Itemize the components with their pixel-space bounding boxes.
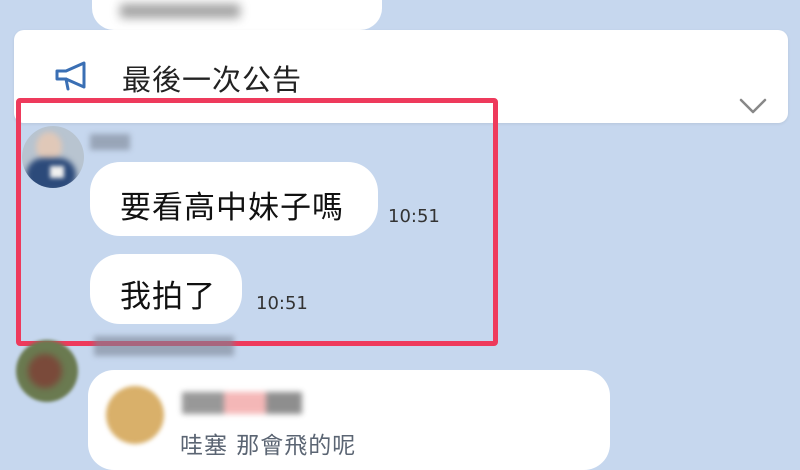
quoted-message-text: 哇塞 那會飛的呢 — [180, 433, 357, 459]
previous-message-bubble — [92, 0, 382, 30]
megaphone-icon — [55, 61, 86, 91]
avatar-face-blur — [28, 354, 62, 388]
quoted-user-avatar — [106, 386, 164, 444]
highlight-box — [16, 98, 498, 346]
second-sender-name-blurred — [94, 336, 234, 356]
announcement-title: 最後一次公告 — [122, 63, 303, 97]
second-sender-avatar[interactable] — [16, 340, 78, 402]
reply-message-bubble[interactable]: 哇塞 那會飛的呢 — [88, 370, 610, 470]
quoted-user-name-blurred — [182, 392, 302, 414]
chevron-down-icon[interactable] — [738, 96, 768, 116]
blurred-previous-text — [120, 4, 240, 18]
